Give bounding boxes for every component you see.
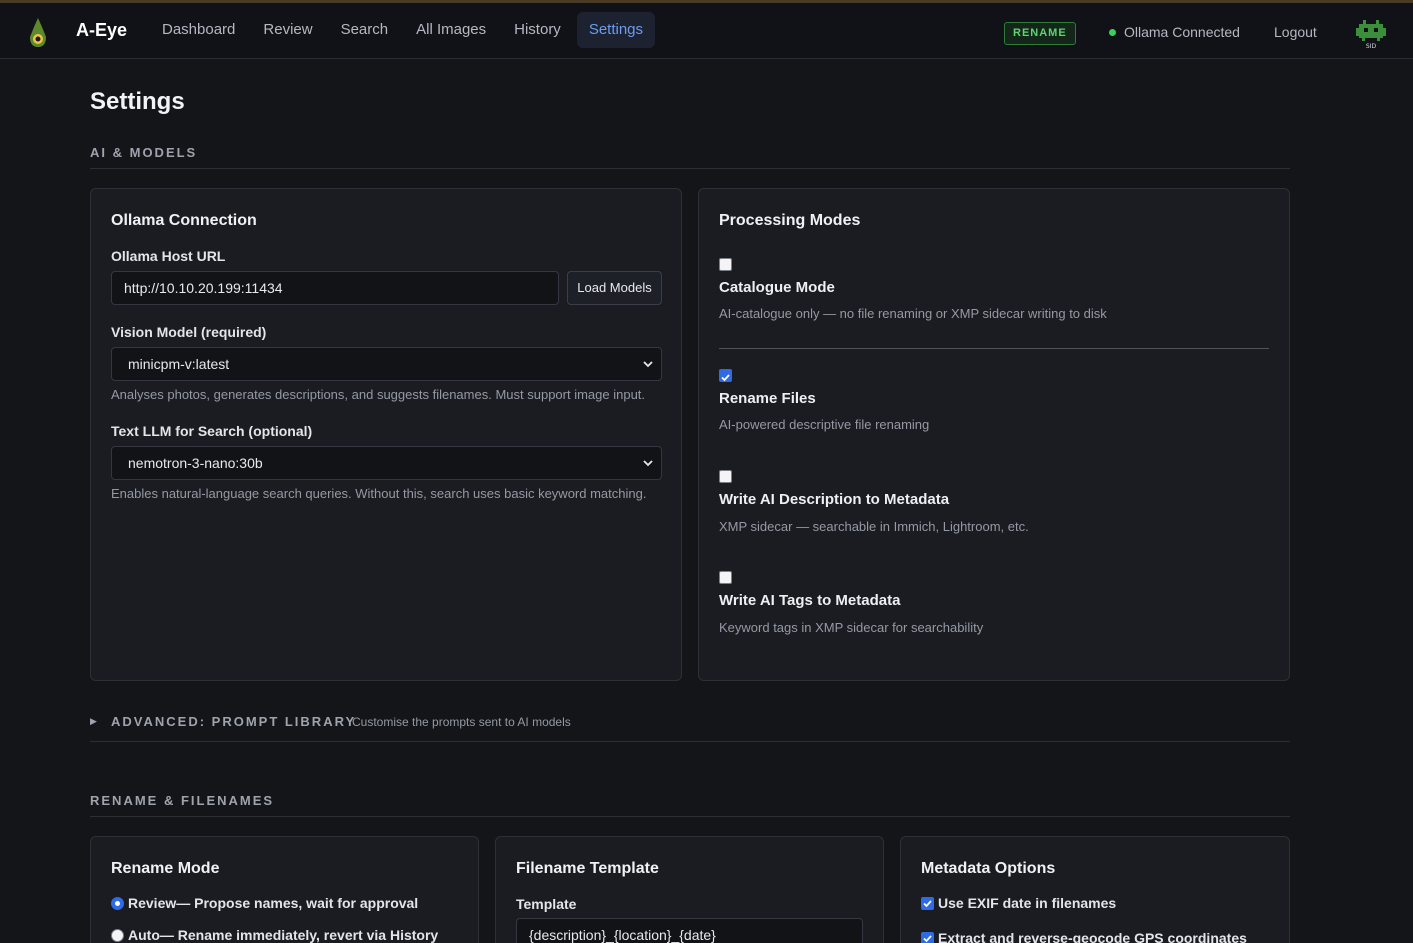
catalogue-mode-checkbox[interactable] xyxy=(719,258,732,271)
rename-mode-auto-option[interactable]: Auto — Rename immediately, revert via Hi… xyxy=(111,927,438,943)
page-title: Settings xyxy=(90,88,185,115)
rename-files-desc: AI-powered descriptive file renaming xyxy=(719,417,930,432)
vision-model-select[interactable]: minicpm-v:latest xyxy=(111,347,662,381)
check-icon xyxy=(721,374,730,382)
processing-card-title: Processing Modes xyxy=(719,212,861,229)
main-nav: Dashboard Review Search All Images Histo… xyxy=(150,12,659,48)
metadata-options-title: Metadata Options xyxy=(921,860,1056,877)
nav-history[interactable]: History xyxy=(502,12,573,48)
advanced-label: ADVANCED: PROMPT LIBRARY xyxy=(111,714,357,729)
check-icon xyxy=(923,934,932,942)
nav-dashboard[interactable]: Dashboard xyxy=(150,12,247,48)
template-input[interactable]: {description}_{location}_{date} xyxy=(516,918,863,943)
filename-template-card: Filename Template Template {description}… xyxy=(495,836,884,943)
vision-model-help: Analyses photos, generates descriptions,… xyxy=(111,387,646,402)
advanced-prompt-library-toggle[interactable]: ▶ ADVANCED: PROMPT LIBRARY Customise the… xyxy=(90,709,1290,742)
mode-badge: RENAME xyxy=(1004,22,1076,45)
check-icon xyxy=(923,899,932,907)
triangle-right-icon: ▶ xyxy=(90,716,97,726)
write-tags-checkbox[interactable] xyxy=(719,571,732,584)
status-text: Ollama Connected xyxy=(1124,24,1240,40)
gps-label: Extract and reverse-geocode GPS coordina… xyxy=(938,930,1247,943)
rename-files-checkbox[interactable] xyxy=(719,369,732,382)
auto-option-name: Auto xyxy=(128,927,160,943)
text-llm-value: nemotron-3-nano:30b xyxy=(128,455,263,471)
metadata-options-card: Metadata Options Use EXIF date in filena… xyxy=(900,836,1290,943)
vision-model-label: Vision Model (required) xyxy=(111,324,267,340)
filename-template-title: Filename Template xyxy=(516,860,659,877)
write-description-checkbox[interactable] xyxy=(719,470,732,483)
auto-radio[interactable] xyxy=(111,928,124,942)
write-tags-title: Write AI Tags to Metadata xyxy=(719,592,901,609)
gps-option[interactable]: Extract and reverse-geocode GPS coordina… xyxy=(921,930,1247,943)
section-heading-ai-models: AI & MODELS xyxy=(90,145,1290,169)
chevron-down-icon xyxy=(643,361,653,368)
svg-text:SID: SID xyxy=(1366,43,1377,50)
review-option-desc: — Propose names, wait for approval xyxy=(176,895,419,911)
text-llm-label: Text LLM for Search (optional) xyxy=(111,423,313,439)
text-llm-select[interactable]: nemotron-3-nano:30b xyxy=(111,446,662,480)
app-logo-icon[interactable] xyxy=(28,17,48,49)
user-avatar-icon[interactable]: SID xyxy=(1354,18,1388,50)
ollama-host-label: Ollama Host URL xyxy=(111,248,226,264)
rename-mode-review-option[interactable]: Review — Propose names, wait for approva… xyxy=(111,895,418,911)
load-models-button[interactable]: Load Models xyxy=(567,271,662,305)
text-llm-help: Enables natural-language search queries.… xyxy=(111,486,647,501)
ollama-host-input[interactable]: http://10.10.20.199:11434 xyxy=(111,271,559,305)
app-brand-name[interactable]: A-Eye xyxy=(76,20,127,41)
exif-date-label: Use EXIF date in filenames xyxy=(938,895,1117,911)
catalogue-mode-desc: AI-catalogue only — no file renaming or … xyxy=(719,306,1107,321)
nav-review[interactable]: Review xyxy=(251,12,324,48)
logout-link[interactable]: Logout xyxy=(1274,24,1317,40)
rename-files-title: Rename Files xyxy=(719,390,816,407)
ollama-card-title: Ollama Connection xyxy=(111,212,257,229)
nav-settings[interactable]: Settings xyxy=(576,12,656,48)
processing-modes-card: Processing Modes Catalogue Mode AI-catal… xyxy=(698,188,1290,681)
write-description-desc: XMP sidecar — searchable in Immich, Ligh… xyxy=(719,519,1029,534)
processing-divider xyxy=(719,348,1269,349)
rename-mode-card: Rename Mode Review — Propose names, wait… xyxy=(90,836,479,943)
ollama-status: Ollama Connected xyxy=(1109,24,1240,40)
vision-model-value: minicpm-v:latest xyxy=(128,356,230,372)
review-option-name: Review xyxy=(128,895,177,911)
write-tags-desc: Keyword tags in XMP sidecar for searchab… xyxy=(719,620,984,635)
write-description-title: Write AI Description to Metadata xyxy=(719,491,950,508)
exif-date-option[interactable]: Use EXIF date in filenames xyxy=(921,895,1116,911)
nav-all-images[interactable]: All Images xyxy=(404,12,498,48)
ollama-connection-card: Ollama Connection Ollama Host URL http:/… xyxy=(90,188,682,681)
status-dot-icon xyxy=(1109,28,1116,36)
chevron-down-icon xyxy=(643,460,653,467)
template-label: Template xyxy=(516,896,577,912)
settings-content: Settings AI & MODELS Ollama Connection O… xyxy=(0,59,1413,943)
auto-option-desc: — Rename immediately, revert via History xyxy=(159,927,439,943)
rename-mode-title: Rename Mode xyxy=(111,860,220,877)
review-radio[interactable] xyxy=(111,896,124,910)
nav-search[interactable]: Search xyxy=(329,12,401,48)
exif-date-checkbox[interactable] xyxy=(921,896,934,910)
catalogue-mode-title: Catalogue Mode xyxy=(719,279,835,296)
gps-checkbox[interactable] xyxy=(921,931,934,943)
section-heading-rename: RENAME & FILENAMES xyxy=(90,793,1290,817)
advanced-desc: Customise the prompts sent to AI models xyxy=(352,715,571,729)
top-navigation-bar: A-Eye Dashboard Review Search All Images… xyxy=(0,0,1413,59)
